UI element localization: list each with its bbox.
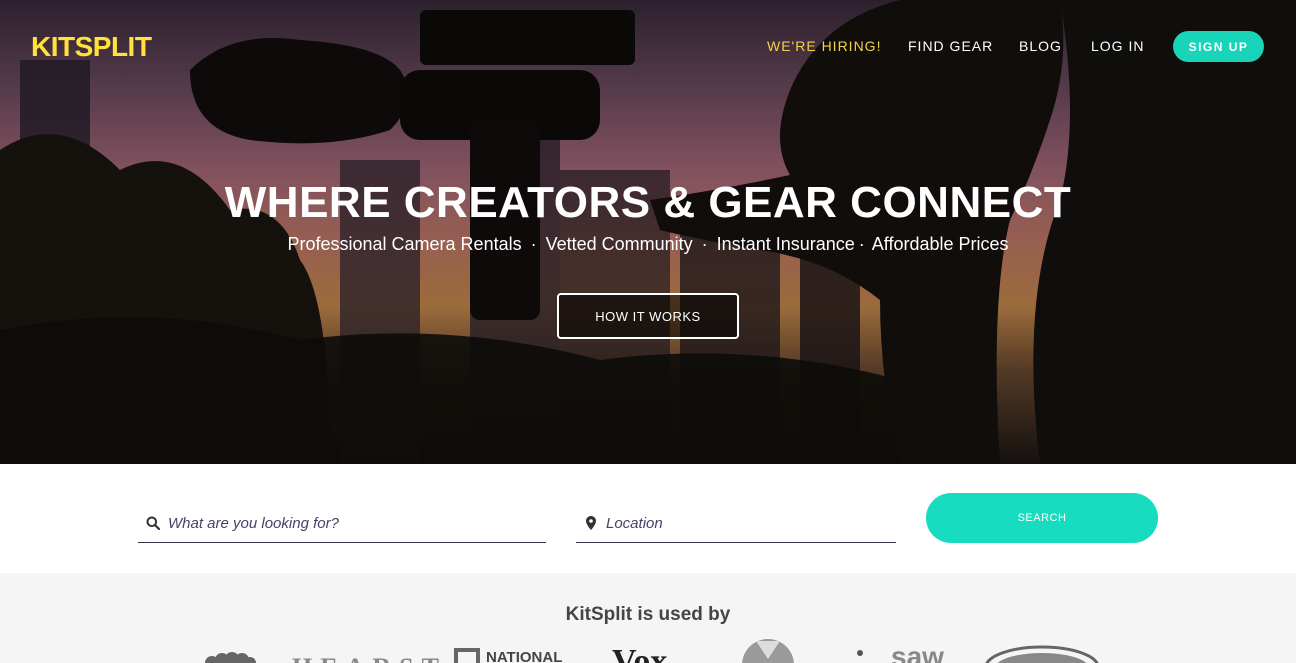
hero-banner: KITSPLIT WE'RE HIRING! FIND GEAR BLOG LO… [0,0,1296,464]
brand-hearst-logo: HEARST [292,653,447,663]
search-icon [142,516,164,530]
location-input[interactable] [606,514,886,532]
search-bar: SEARCH [0,464,1296,573]
nav-link-hiring[interactable]: WE'RE HIRING! [767,38,881,54]
brand-saw-logo: saw [891,641,944,663]
sign-up-button[interactable]: SIGN UP [1173,31,1264,62]
search-button[interactable]: SEARCH [926,493,1158,543]
nav-link-log-in[interactable]: LOG IN [1091,38,1144,54]
hero-tagline: Professional Camera Rentals · Vetted Commu… [0,234,1296,255]
broadway-seal-logo [742,639,794,663]
dot-mark [857,650,863,656]
feature-separator: · [858,234,865,254]
tribeca-seal-logo [985,645,1099,663]
feature-separator: · [701,234,708,254]
feature-affordable-prices: Affordable Prices [871,234,1009,254]
used-by-section: KitSplit is used by HEARST NATIONAL Vox … [0,573,1296,663]
map-pin-icon [580,516,602,530]
location-field [576,504,896,543]
feature-instant-insurance: Instant Insurance [716,234,855,254]
feature-separator: · [530,234,537,254]
used-by-title: KitSplit is used by [565,604,731,625]
gear-search-field [138,504,546,543]
nbc-peacock-logo [205,652,256,663]
hero-headline: WHERE CREATORS & GEAR CONNECT [224,178,1072,227]
nav-link-find-gear[interactable]: FIND GEAR [908,38,993,54]
feature-professional-camera-rentals: Professional Camera Rentals [287,234,522,254]
brand-national-logo: NATIONAL [486,649,563,663]
brand-vox-logo: Vox [612,643,668,663]
national-geographic-border [454,648,480,663]
top-navigation: KITSPLIT WE'RE HIRING! FIND GEAR BLOG LO… [0,0,1296,92]
how-it-works-button[interactable]: HOW IT WORKS [557,293,739,339]
feature-vetted-community: Vetted Community [545,234,693,254]
nav-link-blog[interactable]: BLOG [1019,38,1062,54]
gear-search-input[interactable] [168,514,528,532]
kitsplit-logo[interactable]: KITSPLIT [31,31,152,63]
